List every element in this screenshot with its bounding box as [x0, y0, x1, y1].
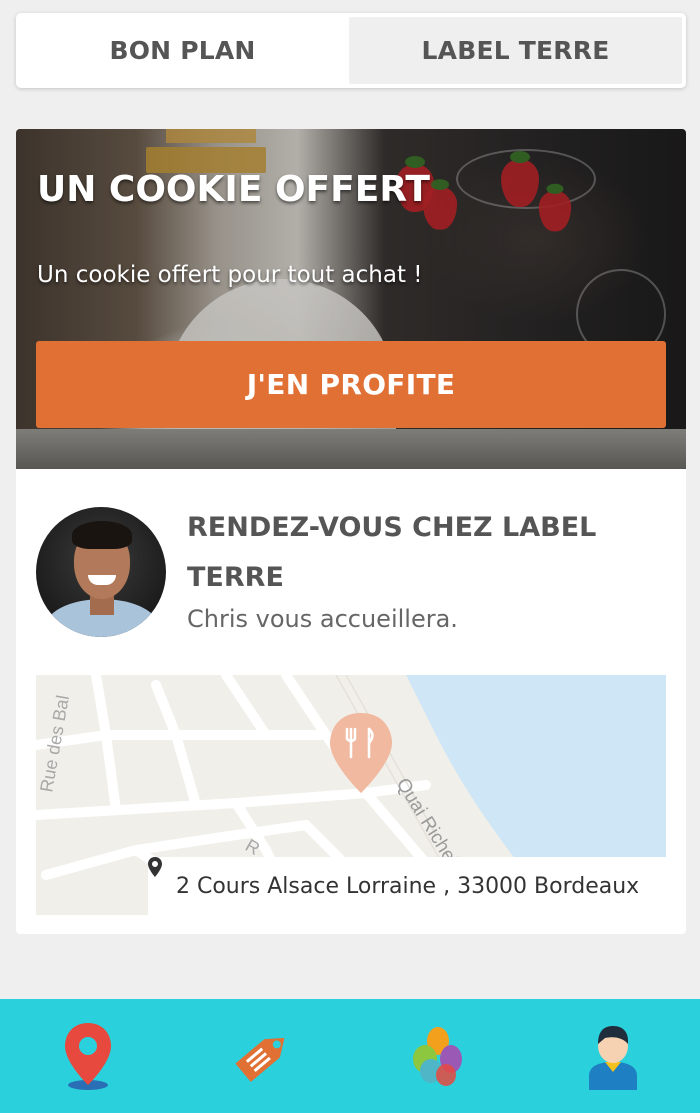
address-bar: 2 Cours Alsace Lorraine , 33000 Bordeaux: [148, 857, 666, 915]
offer-hero: UN COOKIE OFFERT Un cookie offert pour t…: [16, 129, 686, 469]
nav-map[interactable]: [43, 1011, 133, 1101]
restaurant-marker-icon[interactable]: [330, 713, 392, 793]
tab-bon-plan[interactable]: BON PLAN: [16, 13, 349, 88]
offer-subtitle: Un cookie offert pour tout achat !: [37, 262, 423, 288]
nav-profile[interactable]: [568, 1011, 658, 1101]
bottom-navigation: [0, 999, 700, 1113]
address-text: 2 Cours Alsace Lorraine , 33000 Bordeaux: [176, 873, 640, 899]
map-pin-icon: [64, 1023, 111, 1090]
tab-label-terre[interactable]: LABEL TERRE: [349, 17, 682, 84]
user-profile-icon: [588, 1026, 637, 1090]
venue-card: RENDEZ-VOUS CHEZ LABEL TERRE Chris vous …: [16, 469, 686, 934]
nav-community[interactable]: [393, 1011, 483, 1101]
colorful-hands-icon: [412, 1027, 462, 1086]
location-map[interactable]: Rue des Bal Quai Richelieu R 2 Cours Als…: [36, 675, 666, 915]
avatar: [36, 507, 166, 637]
host-text: Chris vous accueillera.: [187, 605, 458, 633]
nav-deals[interactable]: [218, 1011, 308, 1101]
venue-title: RENDEZ-VOUS CHEZ LABEL TERRE: [187, 512, 597, 593]
price-tag-icon: [234, 1038, 284, 1082]
tab-bar: BON PLAN LABEL TERRE: [16, 13, 686, 88]
claim-offer-button[interactable]: J'EN PROFITE: [36, 341, 666, 428]
offer-title: UN COOKIE OFFERT: [37, 169, 430, 210]
avatar-hair: [72, 521, 132, 549]
